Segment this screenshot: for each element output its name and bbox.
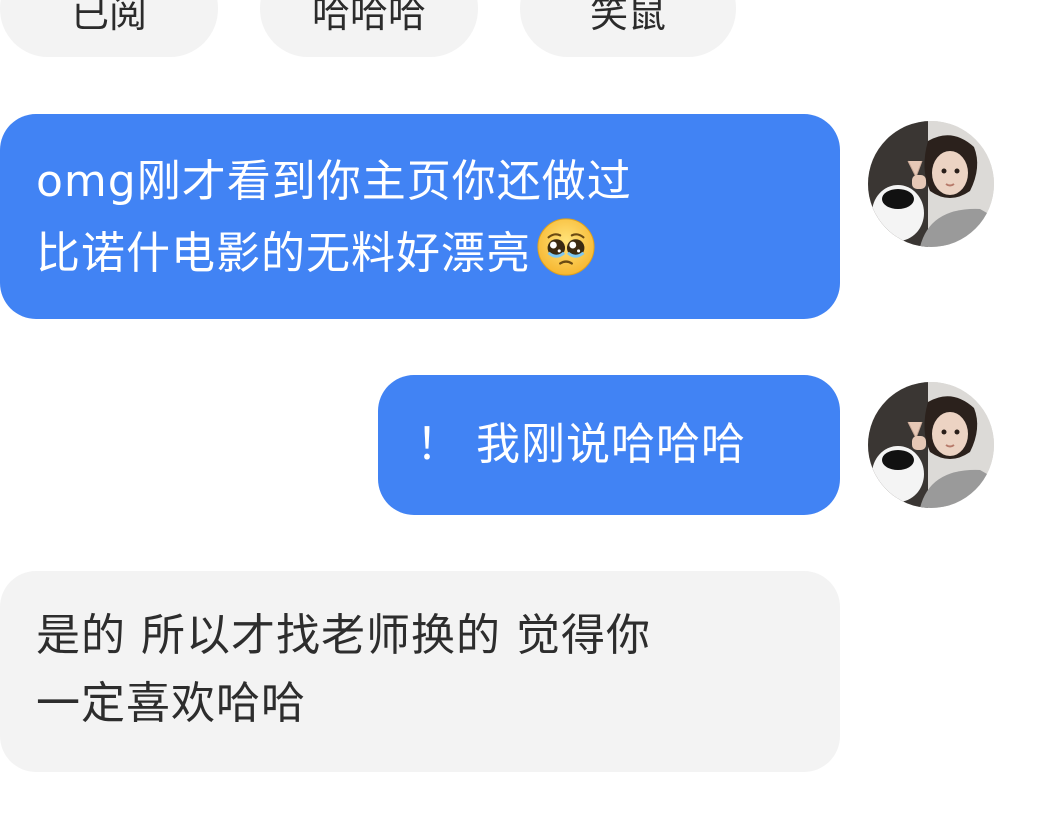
outgoing-message-bubble[interactable] xyxy=(0,114,840,319)
avatar-photo xyxy=(868,121,994,247)
user-avatar[interactable] xyxy=(868,121,994,247)
user-avatar[interactable] xyxy=(868,382,994,508)
quick-reply-label: 笑鼠 xyxy=(589,0,666,36)
incoming-message-bubble[interactable] xyxy=(0,571,840,772)
quick-reply-chip[interactable]: 笑鼠 xyxy=(520,0,736,57)
quick-reply-chip[interactable]: 哈哈哈 xyxy=(260,0,478,57)
avatar-photo xyxy=(868,382,994,508)
message-text: ！ 我刚说哈哈哈 xyxy=(416,419,746,470)
quick-reply-label: 已阅 xyxy=(70,0,147,36)
quick-reply-label: 哈哈哈 xyxy=(311,0,426,36)
outgoing-message-bubble[interactable]: ！ 我刚说哈哈哈 xyxy=(378,375,840,515)
chat-screen: 已阅 哈哈哈 笑鼠 ！ 我刚说哈哈哈 omg刚才看到你主页你还做过 比诺什电影的… xyxy=(0,0,1050,827)
quick-reply-chip[interactable]: 已阅 xyxy=(0,0,218,57)
